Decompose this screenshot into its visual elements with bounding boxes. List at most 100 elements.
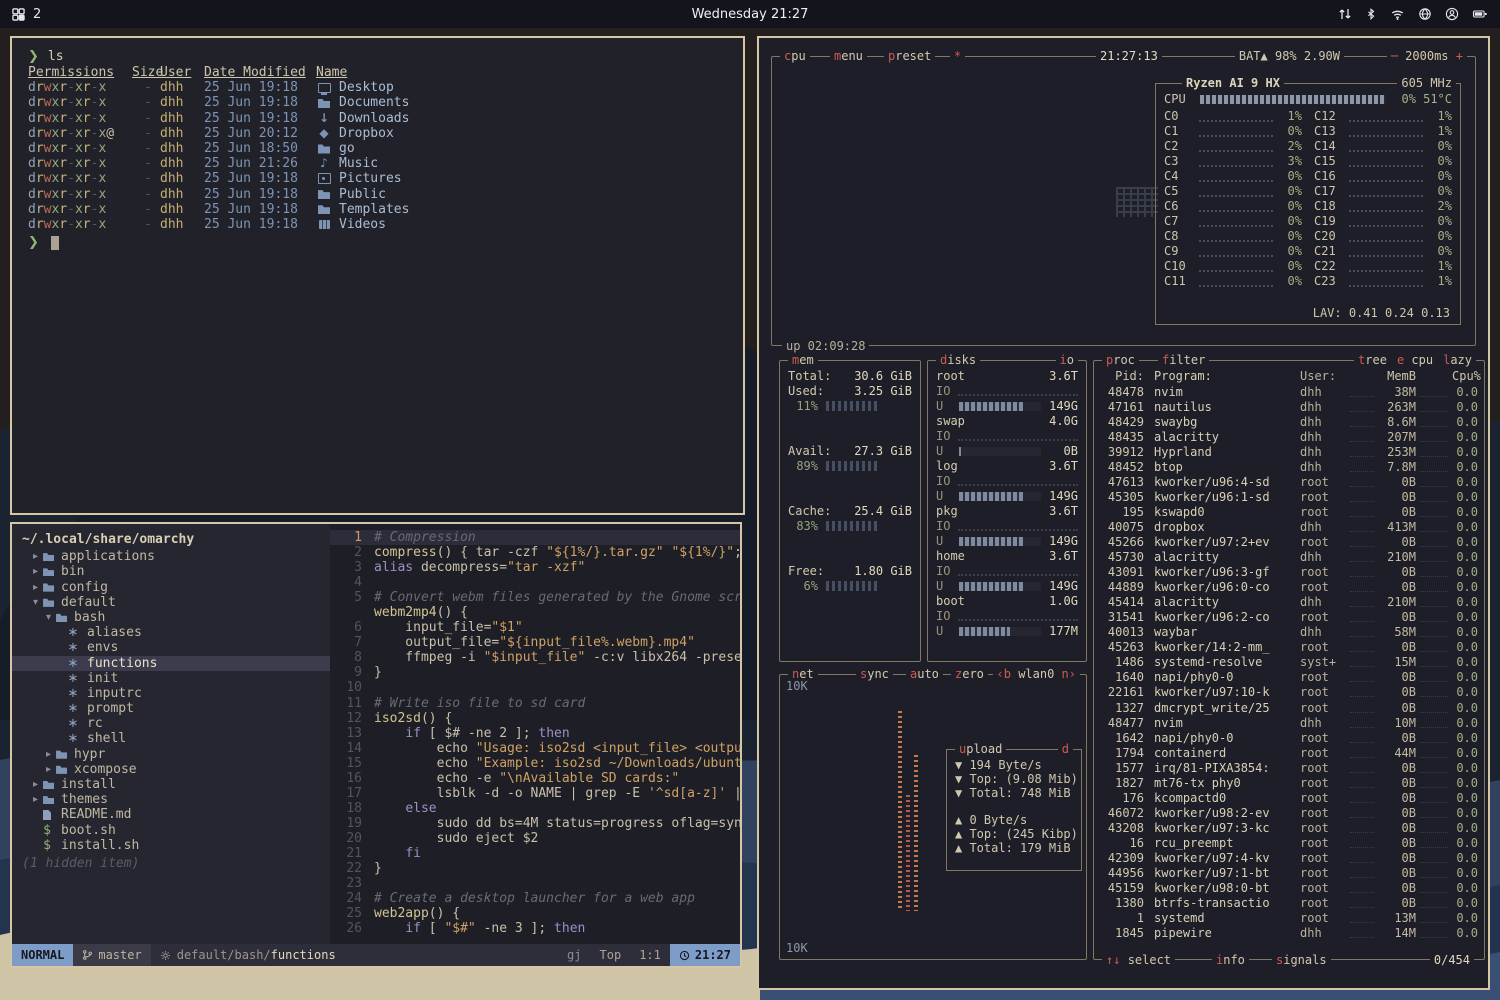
process-row[interactable]: 22161 kworker/u97:10-k root 0B 0.0 [1100,685,1478,700]
process-row[interactable]: 48452 btop dhh 7.8M 0.0 [1100,459,1478,474]
process-row[interactable]: 43091 kworker/u96:3-gf root 0B 0.0 [1100,565,1478,580]
process-row[interactable]: 45730 alacritty dhh 210M 0.0 [1100,550,1478,565]
process-row[interactable]: 45263 kworker/14:2-mm_ root 0B 0.0 [1100,640,1478,655]
net-auto-button[interactable]: auto [906,667,943,681]
code-line[interactable]: 4 [330,575,740,590]
process-row[interactable]: 44889 kworker/u96:0-co root 0B 0.0 [1100,580,1478,595]
process-row[interactable]: 45305 kworker/u96:1-sd root 0B 0.0 [1100,489,1478,504]
battery-icon[interactable] [1472,7,1488,21]
code-line[interactable]: 6 input_file="$1" [330,620,740,635]
process-row[interactable]: 47613 kworker/u96:4-sd root 0B 0.0 [1100,474,1478,489]
ls-row[interactable]: drwxr-xr-x - dhh 25 Jun 18:50 go [28,141,727,156]
tree-item[interactable]: xcompose [12,762,330,777]
transfer-icon[interactable] [1338,7,1352,21]
tree-item[interactable]: bash [12,610,330,625]
code-line[interactable]: 13 if [ $# -ne 2 ]; then [330,726,740,741]
code-line[interactable]: 11 # Write iso file to sd card [330,696,740,711]
process-row[interactable]: 1827 mt76-tx phy0 root 0B 0.0 [1100,775,1478,790]
net-title[interactable]: net [788,667,818,681]
tree-item[interactable]: rc [12,716,330,731]
code-line[interactable]: 8 ffmpeg -i "$input_file" -c:v libx264 -… [330,650,740,665]
net-box-title[interactable]: upload [955,742,1006,756]
neovim-window[interactable]: ~/.local/share/omarchy applications bin [10,522,742,968]
ls-row[interactable]: drwxr-xr-x@ - dhh 25 Jun 20:12 Dropbox [28,126,727,141]
code-line[interactable]: 3 alias decompress="tar -xzf" [330,560,740,575]
process-row[interactable]: 45266 kworker/u97:2+ev root 0B 0.0 [1100,534,1478,549]
net-zero-button[interactable]: zero [951,667,988,681]
process-row[interactable]: 44956 kworker/u97:1-bt root 0B 0.0 [1100,866,1478,881]
process-row[interactable]: 43208 kworker/u97:3-kc root 0B 0.0 [1100,820,1478,835]
signals-button[interactable]: signals [1272,953,1331,967]
tree-item[interactable]: install [12,777,330,792]
process-row[interactable]: 1327 dmcrypt_write/25 root 0B 0.0 [1100,700,1478,715]
tree-item[interactable]: README.md [12,807,330,822]
process-row[interactable]: 42309 kworker/u97:4-kv root 0B 0.0 [1100,850,1478,865]
code-line[interactable]: 17 lsblk -d -o NAME | grep -E '^sd[a-z]'… [330,786,740,801]
ls-row[interactable]: drwxr-xr-x - dhh 25 Jun 21:26 Music [28,156,727,171]
code-line[interactable]: 19 sudo dd bs=4M status=progress oflag=s… [330,816,740,831]
code-line[interactable]: 25 web2app() { [330,906,740,921]
process-row[interactable]: 40013 waybar dhh 58M 0.0 [1100,625,1478,640]
workspace-number[interactable]: 2 [33,7,41,22]
code-line[interactable]: 26 if [ "$#" -ne 3 ]; then [330,921,740,936]
code-line[interactable]: 5 # Convert webm files generated by the … [330,590,740,605]
ls-row[interactable]: drwxr-xr-x - dhh 25 Jun 19:18 Pictures [28,171,727,186]
code-line[interactable]: 20 sudo eject $2 [330,831,740,846]
ls-row[interactable]: drwxr-xr-x - dhh 25 Jun 19:18 Documents [28,95,727,110]
process-row[interactable]: 1640 napi/phy0-0 root 0B 0.0 [1100,670,1478,685]
code-line[interactable]: 16 echo -e "\nAvailable SD cards:" [330,771,740,786]
proc-title[interactable]: proc [1102,353,1139,367]
process-row[interactable]: 47161 nautilus dhh 263M 0.0 [1100,399,1478,414]
workspace-icon[interactable] [12,8,25,21]
tab-preset[interactable]: preset [884,49,935,63]
process-row[interactable]: 176 kcompactd0 root 0B 0.0 [1100,790,1478,805]
tree-item[interactable]: shell [12,731,330,746]
process-row[interactable]: 1577 irq/81-PIXA3854: root 0B 0.0 [1100,760,1478,775]
process-row[interactable]: 195 kswapd0 root 0B 0.0 [1100,504,1478,519]
tab-cpu[interactable]: cpu [780,49,810,63]
net-sync-button[interactable]: sync [856,667,893,681]
process-row[interactable]: 46072 kworker/u98:2-ev root 0B 0.0 [1100,805,1478,820]
process-row[interactable]: 16 rcu_preempt root 0B 0.0 [1100,835,1478,850]
process-row[interactable]: 1794 containerd root 44M 0.0 [1100,745,1478,760]
tree-item[interactable]: functions [12,656,330,671]
mem-title[interactable]: mem [788,353,818,367]
wifi-icon[interactable] [1390,7,1405,21]
code-line[interactable]: 2 compress() { tar -czf "${1%/}.tar.gz" … [330,545,740,560]
process-row[interactable]: 31541 kworker/u96:2-co root 0B 0.0 [1100,610,1478,625]
disks-title[interactable]: disks [936,353,980,367]
ls-row[interactable]: drwxr-xr-x - dhh 25 Jun 19:18 Public [28,187,727,202]
code-line[interactable]: 21 fi [330,846,740,861]
user-icon[interactable] [1445,7,1459,21]
select-button[interactable]: ↑↓ select [1102,953,1175,967]
tree-item[interactable]: applications [12,549,330,564]
process-row[interactable]: 48478 nvim dhh 38M 0.0 [1100,384,1478,399]
process-row[interactable]: 48477 nvim dhh 10M 0.0 [1100,715,1478,730]
tree-item[interactable]: prompt [12,701,330,716]
ls-row[interactable]: drwxr-xr-x - dhh 25 Jun 19:18 Videos [28,217,727,232]
net-interface[interactable]: ‹b wlan0 n› [993,667,1081,681]
process-row[interactable]: 1 systemd root 13M 0.0 [1100,911,1478,926]
proc-options[interactable]: treee cpulazy [1354,353,1476,367]
filter-button[interactable]: filter [1158,353,1209,367]
git-branch[interactable]: master [73,944,150,966]
update-interval[interactable]: ─ 2000ms + [1387,49,1467,63]
process-row[interactable]: 1486 systemd-resolve syst+ 15M 0.0 [1100,655,1478,670]
code-line[interactable]: 23 [330,876,740,891]
tree-item[interactable]: boot.sh [12,823,330,838]
code-editor[interactable]: 1 # Compression 2 compress() { tar -czf … [330,524,740,944]
tree-item[interactable]: envs [12,640,330,655]
code-line[interactable]: webm2mp4() { [330,605,740,620]
tree-item[interactable]: aliases [12,625,330,640]
terminal-window[interactable]: ❯ ls Permissions Size User Date Modified… [10,36,745,515]
code-line[interactable]: 1 # Compression [330,530,740,545]
process-row[interactable]: 39912 Hyprland dhh 253M 0.0 [1100,444,1478,459]
tree-item[interactable]: hypr [12,747,330,762]
io-title[interactable]: io [1056,353,1078,367]
ls-row[interactable]: drwxr-xr-x - dhh 25 Jun 19:18 Templates [28,202,727,217]
tab-menu[interactable]: menu [830,49,867,63]
process-row[interactable]: 1380 btrfs-transactio root 0B 0.0 [1100,896,1478,911]
process-row[interactable]: 40075 dropbox dhh 413M 0.0 [1100,519,1478,534]
tree-item[interactable]: themes [12,792,330,807]
tree-item[interactable]: inputrc [12,686,330,701]
